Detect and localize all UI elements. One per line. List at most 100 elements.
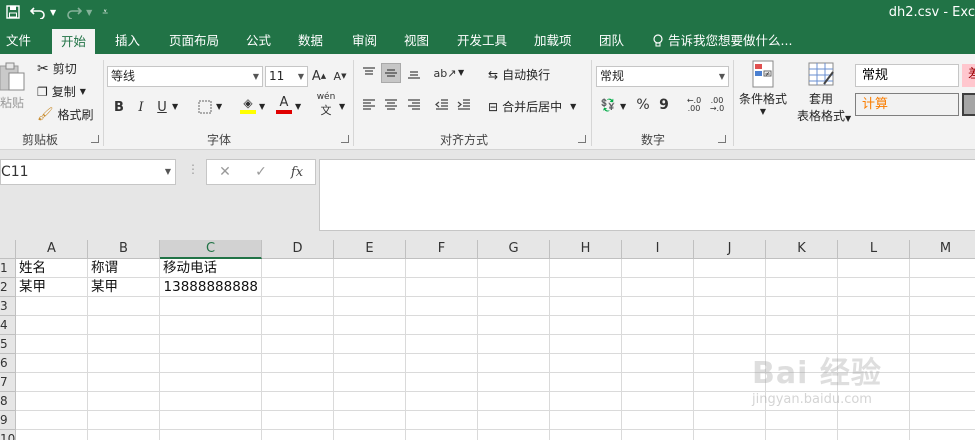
row-header[interactable]: 6 bbox=[0, 354, 16, 373]
italic-button[interactable]: I bbox=[131, 97, 151, 117]
grid-cell[interactable] bbox=[622, 335, 694, 354]
tab-addins[interactable]: 加载项 bbox=[525, 27, 581, 54]
grid-cell[interactable] bbox=[88, 316, 160, 335]
grid-cell[interactable] bbox=[478, 335, 550, 354]
tab-review[interactable]: 审阅 bbox=[343, 27, 386, 54]
grid-cell[interactable] bbox=[16, 297, 88, 316]
column-header-j[interactable]: J bbox=[694, 240, 766, 259]
grid-cell[interactable] bbox=[550, 411, 622, 430]
grow-font-button[interactable]: A ▲ bbox=[309, 66, 329, 86]
grid-cell[interactable] bbox=[622, 354, 694, 373]
align-center-button[interactable] bbox=[381, 95, 401, 115]
row-header[interactable]: 9 bbox=[0, 411, 16, 430]
formula-bar-grip-icon[interactable]: ⋮ bbox=[187, 162, 199, 176]
grid-cell[interactable] bbox=[766, 259, 838, 278]
grid-cell[interactable] bbox=[88, 392, 160, 411]
align-right-button[interactable] bbox=[404, 95, 424, 115]
grid-cell[interactable] bbox=[838, 354, 910, 373]
cell-b2[interactable]: 某甲 bbox=[88, 278, 160, 297]
grid-cell[interactable] bbox=[262, 316, 334, 335]
grid-cell[interactable] bbox=[334, 373, 406, 392]
grid-cell[interactable] bbox=[160, 316, 262, 335]
column-header-h[interactable]: H bbox=[550, 240, 622, 259]
row-header[interactable]: 4 bbox=[0, 316, 16, 335]
grid-cell[interactable] bbox=[838, 335, 910, 354]
grid-cell[interactable] bbox=[550, 316, 622, 335]
name-box[interactable]: C11 ▼ bbox=[0, 159, 176, 185]
grid-cell[interactable] bbox=[262, 430, 334, 440]
grid-cell[interactable] bbox=[406, 316, 478, 335]
grid-cell[interactable] bbox=[16, 335, 88, 354]
grid-cell[interactable] bbox=[694, 316, 766, 335]
column-header-d[interactable]: D bbox=[262, 240, 334, 259]
grid-cell[interactable] bbox=[16, 392, 88, 411]
grid-cell[interactable] bbox=[478, 297, 550, 316]
grid-cell[interactable] bbox=[694, 430, 766, 440]
cell-c2[interactable]: 13888888888 bbox=[160, 278, 262, 297]
grid-cell[interactable] bbox=[262, 354, 334, 373]
tab-file[interactable]: 文件 bbox=[0, 27, 40, 54]
customize-qat-icon[interactable]: ⩡ bbox=[102, 3, 108, 21]
font-color-dropdown-icon[interactable]: ▼ bbox=[295, 102, 301, 111]
decrease-indent-button[interactable] bbox=[432, 95, 452, 115]
grid-cell[interactable] bbox=[910, 316, 975, 335]
grid-cell[interactable] bbox=[334, 259, 406, 278]
fill-color-button[interactable]: ◈ bbox=[238, 95, 258, 115]
grid-cell[interactable] bbox=[406, 259, 478, 278]
grid-cell[interactable] bbox=[910, 411, 975, 430]
cell-a1[interactable]: 姓名 bbox=[16, 259, 88, 278]
grid-cell[interactable] bbox=[334, 354, 406, 373]
row-header[interactable]: 10 bbox=[0, 430, 16, 440]
merge-dropdown-icon[interactable]: ▼ bbox=[570, 102, 576, 111]
grid-cell[interactable] bbox=[478, 411, 550, 430]
cell-b1[interactable]: 称谓 bbox=[88, 259, 160, 278]
cancel-entry-button[interactable]: ✕ bbox=[207, 164, 243, 180]
number-format-combo[interactable]: 常规 ▼ bbox=[596, 66, 729, 87]
grid-cell[interactable] bbox=[622, 430, 694, 440]
row-header[interactable]: 8 bbox=[0, 392, 16, 411]
style-calculation[interactable]: 计算 bbox=[855, 93, 959, 116]
grid-cell[interactable] bbox=[550, 259, 622, 278]
copy-button[interactable]: ❐ 复制 ▼ bbox=[37, 83, 86, 100]
font-launcher[interactable] bbox=[341, 135, 349, 143]
grid-cell[interactable] bbox=[160, 373, 262, 392]
grid-cell[interactable] bbox=[16, 316, 88, 335]
grid-cell[interactable] bbox=[694, 373, 766, 392]
grid-cell[interactable] bbox=[160, 411, 262, 430]
grid-cell[interactable] bbox=[406, 373, 478, 392]
column-header-m[interactable]: M bbox=[910, 240, 975, 259]
grid-cell[interactable] bbox=[406, 354, 478, 373]
grid-cell[interactable] bbox=[694, 335, 766, 354]
tab-home[interactable]: 开始 bbox=[52, 29, 96, 54]
row-header[interactable]: 7 bbox=[0, 373, 16, 392]
grid-cell[interactable] bbox=[160, 430, 262, 440]
grid-cell[interactable] bbox=[88, 373, 160, 392]
align-left-button[interactable] bbox=[359, 95, 379, 115]
grid-cell[interactable] bbox=[160, 297, 262, 316]
grid-cell[interactable] bbox=[550, 354, 622, 373]
name-box-dropdown-icon[interactable]: ▼ bbox=[165, 160, 171, 184]
column-header-i[interactable]: I bbox=[622, 240, 694, 259]
grid-cell[interactable] bbox=[766, 354, 838, 373]
number-launcher[interactable] bbox=[718, 135, 726, 143]
grid-cell[interactable] bbox=[910, 278, 975, 297]
cell-a2[interactable]: 某甲 bbox=[16, 278, 88, 297]
grid-cell[interactable] bbox=[910, 297, 975, 316]
grid-cell[interactable] bbox=[910, 354, 975, 373]
grid-cell[interactable] bbox=[838, 411, 910, 430]
save-button[interactable] bbox=[6, 3, 20, 21]
accounting-dropdown-icon[interactable]: ▼ bbox=[620, 102, 626, 111]
style-normal[interactable]: 常规 bbox=[855, 64, 959, 87]
grid-cell[interactable] bbox=[766, 316, 838, 335]
undo-button[interactable] bbox=[30, 3, 46, 21]
grid-cell[interactable] bbox=[88, 411, 160, 430]
tab-formulas[interactable]: 公式 bbox=[237, 27, 280, 54]
tab-page-layout[interactable]: 页面布局 bbox=[160, 27, 228, 54]
grid-cell[interactable] bbox=[622, 392, 694, 411]
underline-button[interactable]: U bbox=[152, 97, 172, 117]
grid-cell[interactable] bbox=[406, 297, 478, 316]
grid-cell[interactable] bbox=[478, 354, 550, 373]
grid-cell[interactable] bbox=[262, 373, 334, 392]
row-header[interactable]: 3 bbox=[0, 297, 16, 316]
copy-dropdown-icon[interactable]: ▼ bbox=[80, 87, 86, 96]
